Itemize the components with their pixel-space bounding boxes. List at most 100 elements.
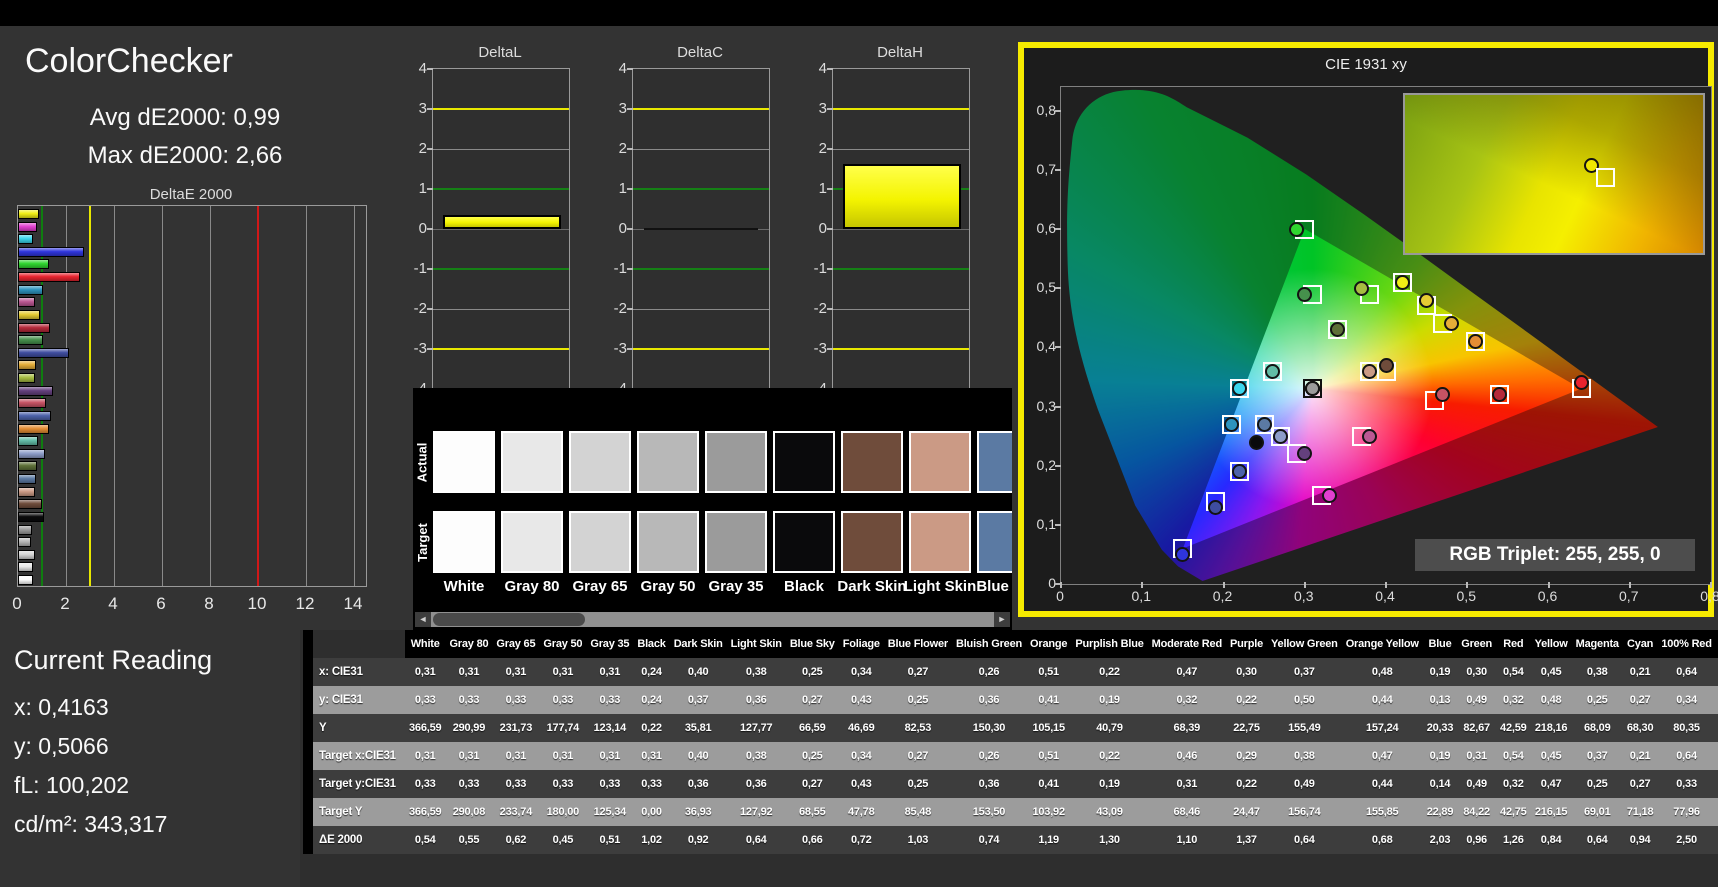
table-cell: 2,50 [1676,834,1697,846]
table-cell: 0,43 [850,694,872,706]
swatch-black[interactable] [773,431,835,493]
col-header: Orange [1026,630,1072,658]
table-cell: 82,67 [1463,722,1490,734]
de-bar-light-skin [18,486,36,497]
col-header: 100% Red [1657,630,1716,658]
table-cell: 0,45 [1540,666,1562,678]
table-cell: 0,33 [1676,778,1697,790]
tick-mark [627,188,633,190]
swatch-gray-35[interactable] [705,431,767,493]
table-cell: 0,31 [599,750,621,762]
de-bar-dark-skin [18,499,43,510]
table-cell: 0,24 [641,694,662,706]
cie-chart-title: CIE 1931 xy [1325,56,1407,73]
delta-bar [443,215,561,229]
table-cell: 22,89 [1426,806,1454,818]
cie-y-tick: 0,2 [1036,456,1056,473]
table-cell: 0,22 [1236,694,1257,706]
scroll-right-icon[interactable]: ► [994,612,1010,627]
swatch-dark-skin[interactable] [841,431,903,493]
table-cell: 0,31 [414,666,436,678]
gridline [633,149,769,150]
cie-x-tick: 0,2 [1212,588,1233,604]
delta-y-tick: 0 [618,220,627,237]
scroll-left-icon[interactable]: ◄ [415,612,431,627]
cie-x-tick: 0,3 [1294,588,1314,604]
de-bar-100-magenta [18,221,37,232]
table-cell: 0,38 [745,666,767,678]
de-bar-100-yellow [18,209,40,219]
measured-point-8 [1256,416,1272,432]
table-cell: 0,31 [1176,778,1198,790]
swatch-gray-80[interactable] [501,511,563,573]
col-header: Black [633,630,670,658]
table-cell: 0,25 [801,750,823,762]
swatch-scrollbar[interactable]: ◄ ► [415,612,1010,627]
swatch-gray-35[interactable] [705,511,767,573]
tick-mark [1055,228,1061,230]
col-header: Gray 80 [445,630,493,658]
table-cell: 0,96 [1466,834,1487,846]
table-cell: 2,03 [1429,834,1451,846]
swatch-blue-sky[interactable] [977,431,1012,493]
swatch-blue-sky[interactable] [977,511,1012,573]
table-cell: 0,38 [1586,666,1608,678]
cie-y-tick: 0,4 [1036,338,1056,355]
scrollbar-thumb[interactable] [433,613,585,626]
de-bar-100-green [18,259,50,270]
table-cell: 366,59 [409,806,442,818]
table-cell: 0,55 [458,834,480,846]
de-bar-gray-35 [18,524,33,535]
table-cell: 0,31 [552,750,574,762]
yellow-limit-line [633,348,769,350]
swatch-light-skin[interactable] [909,511,971,573]
table-cell: 0,64 [1586,834,1608,846]
tick-mark [627,108,633,110]
tick-mark [427,108,433,110]
swatch-white[interactable] [433,431,495,493]
table-cell: 40,79 [1096,722,1123,734]
cie-x-tick: 0,8 [1700,588,1718,604]
swatch-gray-50[interactable] [637,431,699,493]
table-cell: 47,78 [847,806,875,818]
table-cell: 1,02 [641,834,662,846]
swatch-black[interactable] [773,511,835,573]
swatch-white[interactable] [433,511,495,573]
table-cell: 68,09 [1583,722,1611,734]
col-header: Dark Skin [669,630,727,658]
tick-mark [427,188,433,190]
table-cell: 0,34 [1676,694,1697,706]
cie-x-tick: 0,7 [1619,588,1639,604]
measured-point-5 [1248,434,1264,450]
table-cell: 0,33 [414,778,436,790]
zero-bar [643,228,759,230]
table-cell: 155,85 [1365,806,1399,818]
table-cell: 0,27 [907,666,929,678]
tick-mark [827,68,833,70]
tick-mark [427,308,433,310]
measured-point-11 [1264,363,1280,379]
table-cell: 1,03 [907,834,929,846]
delta-y-tick: 1 [818,180,827,197]
swatch-gray-80[interactable] [501,431,563,493]
table-cell: 0,37 [1586,750,1608,762]
swatch-gray-65[interactable] [569,431,631,493]
tick-mark [627,308,633,310]
swatch-gray-65[interactable] [569,511,631,573]
swatch-light-skin[interactable] [909,431,971,493]
table-cell: 0,94 [1629,834,1651,846]
tick-mark [1055,109,1061,112]
table-cell: 103,92 [1032,806,1065,818]
swatch-gray-50[interactable] [637,511,699,573]
table-cell: 0,31 [552,666,574,678]
row-header: Y [319,722,327,734]
swatch-dark-skin[interactable] [841,511,903,573]
table-cell: 0,32 [1176,694,1198,706]
max-de2000-value: Max dE2000: 2,66 [87,142,283,169]
table-row: Target y:CIE31 0,33 0,33 0,33 0,33 0,33 0,33 0,… [313,770,1718,798]
table-cell: 68,39 [1173,722,1201,734]
delta-y-tick: 3 [618,100,627,117]
table-cell: 0,33 [458,694,480,706]
page-title: ColorChecker [25,42,233,80]
col-header: Purplish Blue [1071,630,1148,658]
